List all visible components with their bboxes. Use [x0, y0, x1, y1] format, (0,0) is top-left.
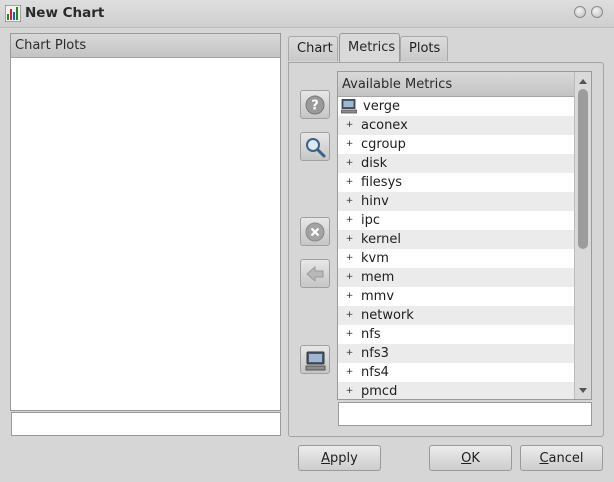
ok-button[interactable]: OK — [429, 445, 512, 471]
expand-icon[interactable]: + — [345, 254, 354, 263]
tree-row-label: nfs4 — [361, 365, 389, 380]
host-button[interactable] — [300, 345, 330, 374]
tree-row[interactable]: + filesys — [338, 173, 574, 192]
expand-icon[interactable]: + — [345, 159, 354, 168]
arrow-left-icon — [306, 265, 324, 283]
available-metrics-header: Available Metrics — [338, 72, 574, 97]
expand-icon[interactable]: + — [345, 387, 354, 396]
tab-plots[interactable]: Plots — [400, 36, 448, 61]
expand-icon[interactable]: + — [345, 216, 354, 225]
expand-icon[interactable]: + — [345, 178, 354, 187]
tree-row-label: cgroup — [361, 137, 406, 152]
tree-root-host[interactable]: verge — [338, 97, 574, 116]
window-title: New Chart — [25, 5, 105, 21]
tree-row[interactable]: + disk — [338, 154, 574, 173]
expand-icon[interactable]: + — [345, 368, 354, 377]
tree-row-label: network — [361, 308, 414, 323]
search-icon — [306, 138, 326, 158]
ok-label-rest: K — [471, 451, 480, 466]
chart-plots-header: Chart Plots — [11, 34, 280, 58]
tree-root-label: verge — [363, 99, 401, 114]
available-metrics-tree[interactable]: Available Metrics verge + aconex + cgroup + d… — [337, 71, 592, 400]
tree-row[interactable]: + mmv — [338, 287, 574, 306]
help-button[interactable]: ? — [300, 90, 330, 119]
expand-icon[interactable]: + — [345, 311, 354, 320]
tab-metrics[interactable]: Metrics — [339, 33, 400, 62]
expand-icon[interactable]: + — [345, 121, 354, 130]
move-left-button[interactable] — [300, 259, 330, 288]
tab-chart[interactable]: Chart — [288, 36, 338, 61]
close-icon[interactable] — [591, 6, 603, 18]
tree-row-label: ipc — [361, 213, 381, 228]
tab-metrics-label: Metrics — [348, 40, 396, 55]
tree-row[interactable]: + aconex — [338, 116, 574, 135]
cancel-mnemonic: C — [539, 451, 549, 466]
apply-button[interactable]: Apply — [298, 445, 381, 471]
expand-icon[interactable]: + — [345, 330, 354, 339]
tree-row[interactable]: + pmcd — [338, 382, 574, 399]
tree-row-label: mmv — [361, 289, 395, 304]
tree-row[interactable]: + network — [338, 306, 574, 325]
tab-chart-label: Chart — [297, 41, 333, 56]
metrics-scrollbar[interactable] — [574, 72, 591, 399]
chart-plots-list[interactable]: Chart Plots — [10, 33, 281, 411]
tree-row-label: disk — [361, 156, 388, 171]
tree-row[interactable]: + ipc — [338, 211, 574, 230]
scroll-down-icon[interactable] — [579, 388, 587, 393]
tree-row[interactable]: + hinv — [338, 192, 574, 211]
cancel-button[interactable]: Cancel — [520, 445, 603, 471]
tree-row[interactable]: + kvm — [338, 249, 574, 268]
help-icon: ? — [305, 95, 325, 115]
tree-row-label: nfs — [361, 327, 381, 342]
tree-row[interactable]: + kernel — [338, 230, 574, 249]
metric-search-input[interactable] — [338, 402, 592, 426]
apply-label-rest: pply — [330, 451, 358, 466]
expand-icon[interactable]: + — [345, 140, 354, 149]
search-button[interactable] — [300, 132, 330, 161]
delete-icon — [305, 222, 325, 242]
tree-row[interactable]: + nfs — [338, 325, 574, 344]
tree-row-label: hinv — [361, 194, 389, 209]
expand-icon[interactable]: + — [345, 197, 354, 206]
expand-icon[interactable]: + — [345, 273, 354, 282]
scroll-up-icon[interactable] — [579, 79, 587, 84]
expand-icon[interactable]: + — [345, 235, 354, 244]
minimize-icon[interactable] — [574, 6, 586, 18]
tab-plots-label: Plots — [409, 41, 441, 56]
cancel-label-rest: ancel — [548, 451, 584, 466]
tree-row[interactable]: + nfs3 — [338, 344, 574, 363]
tree-row[interactable]: + cgroup — [338, 135, 574, 154]
chart-app-icon — [4, 4, 22, 23]
chart-plots-input[interactable] — [11, 412, 281, 436]
tree-row-label: nfs3 — [361, 346, 389, 361]
svg-text:?: ? — [311, 99, 319, 114]
tree-row[interactable]: + nfs4 — [338, 363, 574, 382]
expand-icon[interactable]: + — [345, 349, 354, 358]
apply-mnemonic: A — [321, 451, 331, 466]
title-bar: New Chart — [0, 0, 614, 28]
tree-row-label: kernel — [361, 232, 402, 247]
delete-button[interactable] — [300, 217, 330, 246]
tree-row-label: filesys — [361, 175, 403, 190]
tree-row[interactable]: + mem — [338, 268, 574, 287]
tree-row-label: pmcd — [361, 384, 398, 399]
tree-row-label: aconex — [361, 118, 408, 133]
ok-mnemonic: O — [461, 451, 472, 466]
host-icon — [305, 351, 326, 371]
expand-icon[interactable]: + — [345, 292, 354, 301]
scroll-thumb[interactable] — [578, 89, 588, 249]
tree-row-label: kvm — [361, 251, 389, 266]
tree-row-label: mem — [361, 270, 395, 285]
